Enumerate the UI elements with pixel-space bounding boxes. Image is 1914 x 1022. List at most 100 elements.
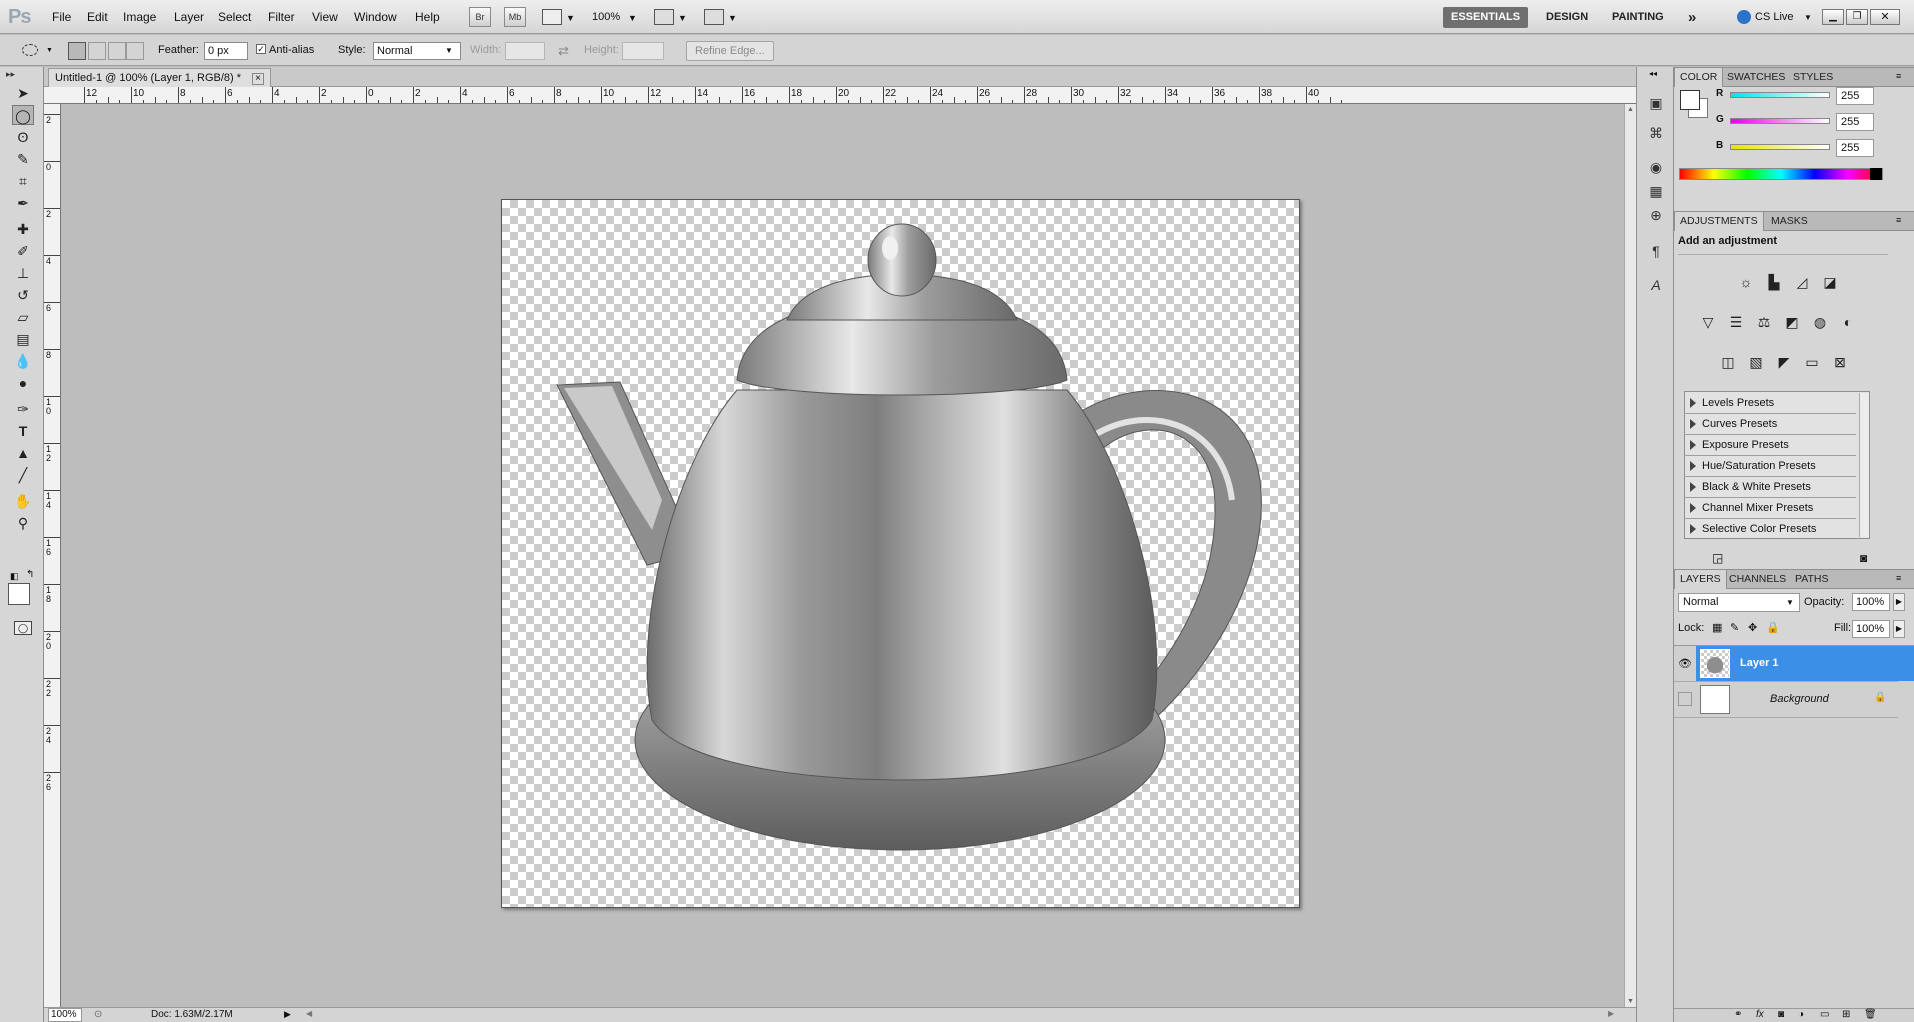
eyedropper-tool-icon[interactable]: ✒ (12, 193, 34, 213)
actions-icon[interactable]: ◉ (1646, 157, 1666, 177)
close-icon[interactable]: × (252, 73, 265, 85)
threshold-icon[interactable]: ◤ (1772, 351, 1796, 373)
layer-style-icon[interactable]: fx (1756, 1009, 1764, 1020)
photo-filter-icon[interactable]: ◍ (1808, 311, 1832, 333)
tool-presets-icon[interactable]: ⊕ (1646, 205, 1666, 225)
elliptical-marquee-icon[interactable] (22, 44, 38, 56)
history-icon[interactable]: ⌘ (1646, 123, 1666, 143)
preset-item[interactable]: Hue/Saturation Presets (1684, 456, 1856, 477)
preset-item[interactable]: Channel Mixer Presets (1684, 498, 1856, 519)
minimize-icon[interactable]: ▁ (1822, 9, 1844, 25)
menu-edit[interactable]: Edit (87, 10, 108, 24)
paragraph-icon[interactable]: ¶ (1646, 241, 1666, 261)
chevron-down-icon[interactable]: ▼ (1804, 13, 1812, 22)
default-colors-icon[interactable]: ◧ (10, 571, 19, 582)
mini-bridge-icon[interactable]: ▣ (1646, 93, 1666, 113)
preset-item[interactable]: Levels Presets (1684, 393, 1856, 414)
layer-row[interactable]: Background 🔒 (1674, 682, 1898, 718)
blur-tool-icon[interactable]: 💧 (12, 351, 34, 371)
new-layer-icon[interactable]: ⊞ (1842, 1009, 1850, 1020)
return-to-list-icon[interactable]: ◲ (1712, 551, 1723, 565)
workspace-painting[interactable]: PAINTING (1604, 7, 1672, 28)
visibility-toggle[interactable] (1678, 692, 1692, 706)
hue-saturation-icon[interactable]: ☰ (1724, 311, 1748, 333)
document-tab[interactable]: Untitled-1 @ 100% (Layer 1, RGB/8) * × (48, 68, 272, 87)
history-brush-tool-icon[interactable]: ↺ (12, 285, 34, 305)
status-export-icon[interactable]: ⊙ (94, 1009, 102, 1020)
color-balance-icon[interactable]: ⚖ (1752, 311, 1776, 333)
foreground-color-swatch[interactable] (8, 583, 30, 605)
vertical-scrollbar[interactable]: ▲ ▼ (1624, 104, 1636, 1007)
mini-bridge-button[interactable]: Mb (504, 7, 526, 27)
workspace-essentials[interactable]: ESSENTIALS (1443, 7, 1529, 28)
dodge-tool-icon[interactable]: ● (12, 373, 34, 393)
lock-position-icon[interactable]: ✥ (1748, 621, 1757, 634)
tab-layers[interactable]: LAYERS (1674, 570, 1727, 589)
channel-b-value[interactable]: 255 (1836, 139, 1874, 157)
channel-r-value[interactable]: 255 (1836, 87, 1874, 105)
exposure-icon[interactable]: ◪ (1818, 271, 1842, 293)
intersect-selection-icon[interactable] (126, 42, 144, 60)
canvas-area[interactable] (61, 104, 1624, 1007)
menu-view[interactable]: View (312, 10, 338, 24)
tab-color[interactable]: COLOR (1674, 68, 1724, 87)
tab-channels[interactable]: CHANNELS (1724, 570, 1791, 589)
status-zoom-field[interactable]: 100% (48, 1008, 82, 1022)
close-window-icon[interactable]: ✕ (1870, 9, 1900, 25)
antialias-checkbox[interactable]: ✓ (256, 44, 266, 54)
more-workspaces-button[interactable]: » (1680, 7, 1704, 28)
blend-mode-select[interactable]: Normal (1678, 593, 1800, 612)
zoom-tool-icon[interactable]: ⚲ (12, 513, 34, 533)
scroll-right-icon[interactable]: ▶ (1608, 1009, 1614, 1018)
menu-filter[interactable]: Filter (268, 10, 295, 24)
lock-transparency-icon[interactable]: ▦ (1712, 621, 1722, 634)
quick-selection-tool-icon[interactable]: ✎ (12, 149, 34, 169)
add-mask-icon[interactable]: ◙ (1778, 1009, 1784, 1020)
expand-dock-icon[interactable]: ◂◂ (1649, 69, 1657, 78)
preset-item[interactable]: Black & White Presets (1684, 477, 1856, 498)
clone-stamp-tool-icon[interactable]: ⊥ (12, 263, 34, 283)
posterize-icon[interactable]: ▧ (1744, 351, 1768, 373)
opacity-input[interactable]: 100% (1852, 593, 1890, 611)
arrange-documents-icon[interactable] (654, 9, 674, 25)
invert-icon[interactable]: ◫ (1716, 351, 1740, 373)
scroll-left-icon[interactable]: ◀ (306, 1009, 312, 1018)
new-adjustment-layer-icon[interactable]: ◑ (1798, 1009, 1804, 1020)
selective-color-icon[interactable]: ⊠ (1828, 351, 1852, 373)
scroll-up-icon[interactable]: ▲ (1627, 106, 1634, 113)
tab-styles[interactable]: STYLES (1788, 68, 1838, 87)
brightness-icon[interactable]: ☼ (1734, 271, 1758, 293)
channel-b-slider[interactable] (1730, 144, 1830, 150)
panel-menu-icon[interactable]: ≡ (1896, 215, 1901, 225)
chevron-down-icon[interactable]: ▼ (445, 46, 453, 55)
collapse-tools-icon[interactable]: ▸▸ (6, 69, 15, 80)
fill-slider-arrow-icon[interactable]: ▶ (1893, 620, 1905, 638)
channel-r-slider[interactable] (1730, 92, 1830, 98)
tab-swatches[interactable]: SWATCHES (1722, 68, 1790, 87)
gradient-tool-icon[interactable]: ▤ (12, 329, 34, 349)
subtract-from-selection-icon[interactable] (108, 42, 126, 60)
clone-source-icon[interactable]: ▦ (1646, 181, 1666, 201)
color-foreground-swatch[interactable] (1680, 90, 1700, 110)
eye-icon[interactable]: 👁 (1678, 657, 1692, 670)
layer-name[interactable]: Layer 1 (1740, 657, 1779, 669)
black-white-icon[interactable]: ◩ (1780, 311, 1804, 333)
line-tool-icon[interactable]: ╱ (12, 465, 34, 485)
lasso-tool-icon[interactable]: ʘ (12, 127, 34, 147)
link-layers-icon[interactable]: ⚭ (1734, 1009, 1742, 1020)
document-canvas[interactable] (501, 199, 1300, 908)
move-tool-icon[interactable]: ➤ (12, 83, 34, 103)
levels-icon[interactable]: ▙ (1762, 271, 1786, 293)
path-selection-tool-icon[interactable]: ▲ (12, 443, 34, 463)
chevron-down-icon[interactable]: ▼ (1786, 598, 1794, 607)
tab-masks[interactable]: MASKS (1766, 212, 1813, 231)
chevron-down-icon[interactable]: ▼ (728, 13, 737, 23)
cs-live-button[interactable]: CS Live (1755, 11, 1794, 23)
tab-adjustments[interactable]: ADJUSTMENTS (1674, 212, 1764, 231)
view-extras-icon[interactable] (542, 9, 562, 25)
workspace-design[interactable]: DESIGN (1538, 7, 1596, 28)
quick-mask-icon[interactable]: ◯ (14, 621, 32, 635)
channel-mixer-icon[interactable]: ◐ (1836, 311, 1860, 333)
clip-to-layer-icon[interactable]: ◙ (1860, 551, 1867, 565)
opacity-slider-arrow-icon[interactable]: ▶ (1893, 593, 1905, 611)
